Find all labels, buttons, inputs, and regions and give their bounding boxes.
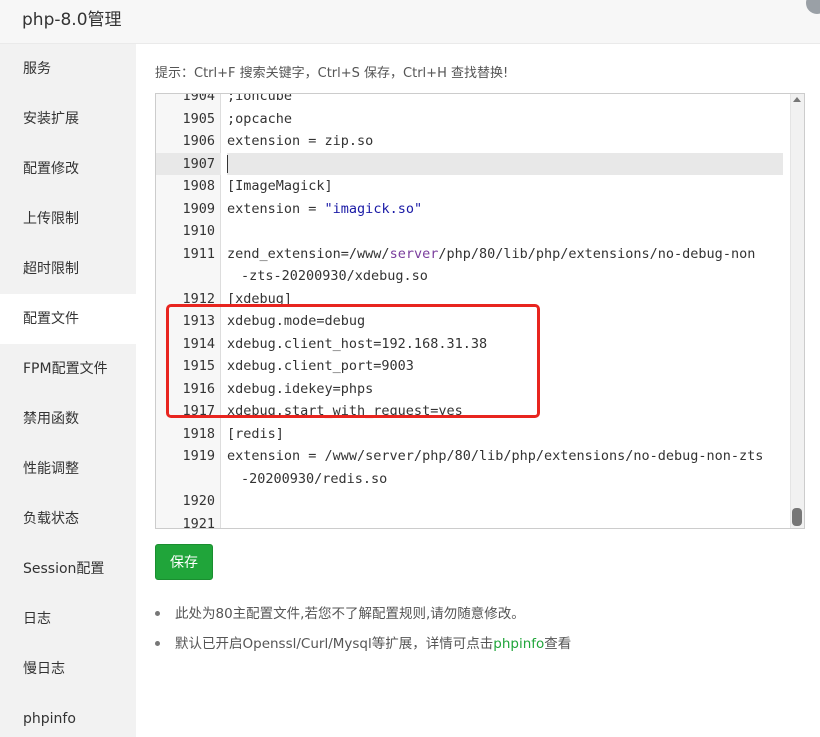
- line-content[interactable]: ;opcache: [227, 108, 783, 131]
- sidebar: 服务 安装扩展 配置修改 上传限制 超时限制 配置文件 FPM配置文件 禁用函数…: [0, 44, 136, 737]
- code-text: zend_extension=/www/: [227, 245, 390, 262]
- note-text: 默认已开启Openssl/Curl/Mysql等扩展，详情可点击: [175, 636, 494, 652]
- line-content[interactable]: [227, 490, 783, 513]
- close-icon[interactable]: [806, 0, 820, 14]
- line-number: 1918: [182, 425, 215, 442]
- code-line: 1908 [ImageMagick]: [156, 175, 788, 198]
- line-number: 1911: [182, 245, 215, 262]
- code-editor[interactable]: 1904 ;ioncube 1905 ;opcache 1906 extensi…: [155, 93, 805, 529]
- line-number: 1914: [182, 335, 215, 352]
- note-item: 默认已开启Openssl/Curl/Mysql等扩展，详情可点击phpinfo查…: [155, 634, 571, 654]
- line-number: 1904: [182, 93, 215, 104]
- line-number: 1916: [182, 380, 215, 397]
- phpinfo-link[interactable]: phpinfo: [493, 636, 544, 652]
- title-bar: php-8.0管理: [0, 0, 820, 44]
- code-line: 1912 [xdebug]: [156, 288, 788, 311]
- line-content[interactable]: [xdebug]: [227, 288, 783, 311]
- line-content[interactable]: extension = /www/server/php/80/lib/php/e…: [227, 445, 783, 490]
- line-number: 1912: [182, 290, 215, 307]
- line-number: 1917: [182, 403, 215, 419]
- code-line: 1917 xdebug.start_with_request=yes: [156, 400, 788, 423]
- line-content[interactable]: xdebug.mode=debug: [227, 310, 783, 333]
- line-content[interactable]: extension = zip.so: [227, 130, 783, 153]
- keyword-text: server: [389, 245, 439, 262]
- line-content[interactable]: [227, 220, 783, 243]
- sidebar-item-config-file[interactable]: 配置文件: [0, 294, 136, 344]
- line-content[interactable]: xdebug.start_with_request=yes: [227, 400, 783, 423]
- sidebar-item-service[interactable]: 服务: [0, 44, 136, 94]
- line-number: 1909: [182, 200, 215, 217]
- bullet-icon: [155, 641, 160, 646]
- code-line: 1916 xdebug.idekey=phps: [156, 378, 788, 401]
- code-line: 1920: [156, 490, 788, 513]
- code-line: 1914 xdebug.client_host=192.168.31.38: [156, 333, 788, 356]
- sidebar-item-upload-limit[interactable]: 上传限制: [0, 194, 136, 244]
- line-content[interactable]: extension = "imagick.so": [227, 198, 783, 221]
- code-line: 1918 [redis]: [156, 423, 788, 446]
- scroll-up-arrow-icon[interactable]: [793, 97, 801, 102]
- note-item: 此处为80主配置文件,若您不了解配置规则,请勿随意修改。: [155, 604, 571, 624]
- code-line: 1913 xdebug.mode=debug: [156, 310, 788, 333]
- code-line: 1911 zend_extension=/www/server/php/80/l…: [156, 243, 788, 288]
- code-line: 1915 xdebug.client_port=9003: [156, 355, 788, 378]
- code-text: extension =: [227, 200, 325, 217]
- line-content[interactable]: zend_extension=/www/server/php/80/lib/ph…: [227, 243, 783, 288]
- note-text: 此处为80主配置文件,若您不了解配置规则,请勿随意修改。: [175, 606, 525, 622]
- line-number: 1908: [182, 178, 215, 194]
- sidebar-item-fpm-config[interactable]: FPM配置文件: [0, 344, 136, 394]
- code-lines: 1904 ;ioncube 1905 ;opcache 1906 extensi…: [156, 93, 788, 529]
- scrollbar-thumb[interactable]: [792, 508, 802, 526]
- sidebar-item-phpinfo[interactable]: phpinfo: [0, 694, 136, 737]
- line-number: 1910: [182, 223, 215, 239]
- code-line: 1905 ;opcache: [156, 108, 788, 131]
- code-line: 1910: [156, 220, 788, 243]
- code-text: extension = /www/server/php/80/lib/php/e…: [227, 448, 764, 464]
- code-line: 1904 ;ioncube: [156, 93, 788, 108]
- line-number: 1913: [182, 313, 215, 329]
- line-content[interactable]: [ImageMagick]: [227, 175, 783, 198]
- line-number: 1907: [156, 152, 221, 175]
- sidebar-item-load-status[interactable]: 负载状态: [0, 494, 136, 544]
- code-line: 1919 extension = /www/server/php/80/lib/…: [156, 445, 788, 490]
- editor-scrollbar[interactable]: [790, 94, 804, 528]
- bullet-icon: [155, 611, 160, 616]
- sidebar-item-performance[interactable]: 性能调整: [0, 444, 136, 494]
- line-content[interactable]: [227, 152, 783, 175]
- save-button[interactable]: 保存: [155, 544, 213, 580]
- line-content[interactable]: ;ioncube: [227, 94, 783, 108]
- window-title: php-8.0管理: [22, 10, 122, 30]
- code-text: /php/80/lib/php/extensions/no-debug-non: [438, 245, 756, 262]
- sidebar-item-config-edit[interactable]: 配置修改: [0, 144, 136, 194]
- code-line: 1909 extension = "imagick.so": [156, 198, 788, 221]
- line-number: 1920: [182, 493, 215, 509]
- line-content[interactable]: [227, 513, 783, 529]
- sidebar-item-disabled-functions[interactable]: 禁用函数: [0, 394, 136, 444]
- line-content[interactable]: xdebug.client_port=9003: [227, 355, 783, 378]
- sidebar-item-install-extension[interactable]: 安装扩展: [0, 94, 136, 144]
- sidebar-item-slow-log[interactable]: 慢日志: [0, 644, 136, 694]
- line-content[interactable]: xdebug.idekey=phps: [227, 378, 783, 401]
- editor-hint: 提示：Ctrl+F 搜索关键字，Ctrl+S 保存，Ctrl+H 查找替换!: [155, 66, 509, 81]
- line-number: 1905: [182, 110, 215, 127]
- sidebar-item-log[interactable]: 日志: [0, 594, 136, 644]
- line-content[interactable]: [redis]: [227, 423, 783, 446]
- line-content[interactable]: xdebug.client_host=192.168.31.38: [227, 333, 783, 356]
- line-number: 1906: [182, 133, 215, 149]
- line-number: 1919: [182, 448, 215, 464]
- sidebar-item-session-config[interactable]: Session配置: [0, 544, 136, 594]
- wrapped-text: -zts-20200930/xdebug.so: [241, 268, 428, 284]
- line-number: 1921: [182, 515, 215, 529]
- string-literal: "imagick.so": [324, 200, 423, 217]
- text-cursor: [227, 154, 228, 173]
- wrapped-text: -20200930/redis.so: [241, 470, 388, 487]
- code-line: 1906 extension = zip.so: [156, 130, 788, 153]
- code-line-active: 1907: [156, 152, 788, 175]
- line-number: 1915: [182, 358, 215, 374]
- note-text: 查看: [544, 636, 572, 652]
- code-line: 1921: [156, 513, 788, 529]
- sidebar-item-timeout-limit[interactable]: 超时限制: [0, 244, 136, 294]
- help-notes: 此处为80主配置文件,若您不了解配置规则,请勿随意修改。 默认已开启Openss…: [155, 604, 571, 664]
